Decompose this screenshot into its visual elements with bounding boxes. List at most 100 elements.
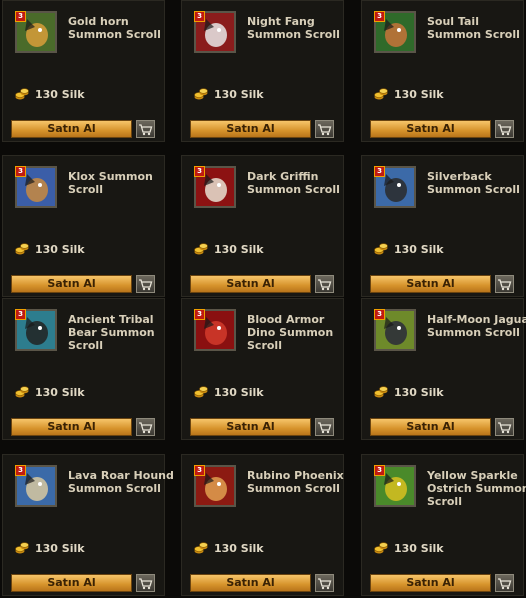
item-name: Yellow Sparkle Ostrich Summon Scroll [427, 469, 526, 508]
price-text: 130 Silk [394, 385, 444, 399]
item-price: 130 Silk [194, 242, 264, 256]
item-card: 3 Night Fang Summon Scroll 130 Silk Satın A… [181, 0, 344, 142]
blood-dino-icon: 3 [194, 309, 236, 351]
add-to-cart-button[interactable] [136, 120, 155, 138]
level-badge: 3 [194, 309, 205, 320]
add-to-cart-button[interactable] [315, 418, 334, 436]
item-card: 3 Gold horn Summon Scroll 130 Silk Satın Al [2, 0, 165, 142]
item-name: Half-Moon Jaguar Summon Scroll [427, 313, 526, 339]
hound-icon: 3 [15, 465, 57, 507]
price-text: 130 Silk [214, 242, 264, 256]
cart-icon [139, 279, 153, 291]
night-fang-icon: 3 [194, 11, 236, 53]
buy-button[interactable]: Satın Al [190, 418, 311, 436]
klox-icon: 3 [15, 166, 57, 208]
coin-icon [374, 386, 388, 398]
cart-icon [139, 422, 153, 434]
level-badge: 3 [374, 309, 385, 320]
jaguar-icon: 3 [374, 309, 416, 351]
buy-button[interactable]: Satın Al [370, 574, 491, 592]
add-to-cart-button[interactable] [136, 574, 155, 592]
item-price: 130 Silk [15, 385, 85, 399]
item-name: Ancient Tribal Bear Summon Scroll [68, 313, 155, 352]
price-text: 130 Silk [35, 242, 85, 256]
buy-button[interactable]: Satın Al [11, 574, 132, 592]
item-name: Silverback Summon Scroll [427, 170, 520, 196]
coin-icon [15, 243, 29, 255]
price-text: 130 Silk [214, 541, 264, 555]
cart-icon [498, 279, 512, 291]
cart-icon [139, 578, 153, 590]
item-price: 130 Silk [374, 385, 444, 399]
add-to-cart-button[interactable] [136, 275, 155, 293]
coin-icon [194, 542, 208, 554]
price-text: 130 Silk [394, 541, 444, 555]
item-name: Lava Roar Hound Summon Scroll [68, 469, 174, 495]
buy-button[interactable]: Satın Al [190, 574, 311, 592]
cart-icon [318, 124, 332, 136]
add-to-cart-button[interactable] [495, 418, 514, 436]
item-price: 130 Silk [194, 541, 264, 555]
item-price: 130 Silk [374, 242, 444, 256]
item-name: Rubino Phoenix Summon Scroll [247, 469, 344, 495]
item-price: 130 Silk [15, 541, 85, 555]
add-to-cart-button[interactable] [315, 120, 334, 138]
buy-button[interactable]: Satın Al [370, 120, 491, 138]
item-card: 3 Silverback Summon Scroll 130 Silk Satın A… [361, 155, 524, 297]
coin-icon [374, 88, 388, 100]
tribal-bear-icon: 3 [15, 309, 57, 351]
gold-horn-icon: 3 [15, 11, 57, 53]
item-name: Gold horn Summon Scroll [68, 15, 161, 41]
level-badge: 3 [15, 309, 26, 320]
level-badge: 3 [374, 166, 385, 177]
item-card: 3 Klox Summon Scroll 130 Silk Satın Al [2, 155, 165, 297]
level-badge: 3 [194, 166, 205, 177]
coin-icon [194, 88, 208, 100]
coin-icon [15, 542, 29, 554]
item-name: Blood Armor Dino Summon Scroll [247, 313, 334, 352]
buy-button[interactable]: Satın Al [11, 418, 132, 436]
add-to-cart-button[interactable] [315, 574, 334, 592]
level-badge: 3 [15, 166, 26, 177]
item-card: 3 Ancient Tribal Bear Summon Scroll 130 Si… [2, 298, 165, 440]
item-price: 130 Silk [374, 541, 444, 555]
buy-button[interactable]: Satın Al [11, 275, 132, 293]
buy-button[interactable]: Satın Al [370, 275, 491, 293]
price-text: 130 Silk [394, 242, 444, 256]
add-to-cart-button[interactable] [495, 275, 514, 293]
add-to-cart-button[interactable] [315, 275, 334, 293]
add-to-cart-button[interactable] [495, 120, 514, 138]
price-text: 130 Silk [35, 541, 85, 555]
level-badge: 3 [374, 11, 385, 22]
add-to-cart-button[interactable] [136, 418, 155, 436]
item-card: 3 Rubino Phoenix Summon Scroll 130 Silk Sat… [181, 454, 344, 596]
soul-tail-icon: 3 [374, 11, 416, 53]
item-card: 3 Yellow Sparkle Ostrich Summon Scroll 130… [361, 454, 526, 596]
silverback-icon: 3 [374, 166, 416, 208]
item-card: 3 Soul Tail Summon Scroll 130 Silk Satın Al [361, 0, 524, 142]
coin-icon [194, 386, 208, 398]
item-price: 130 Silk [194, 385, 264, 399]
buy-button[interactable]: Satın Al [11, 120, 132, 138]
cart-icon [318, 279, 332, 291]
price-text: 130 Silk [35, 385, 85, 399]
item-name: Klox Summon Scroll [68, 170, 153, 196]
item-price: 130 Silk [15, 242, 85, 256]
add-to-cart-button[interactable] [495, 574, 514, 592]
buy-button[interactable]: Satın Al [190, 275, 311, 293]
cart-icon [139, 124, 153, 136]
cart-icon [318, 578, 332, 590]
coin-icon [15, 88, 29, 100]
item-name: Soul Tail Summon Scroll [427, 15, 520, 41]
dark-griffin-icon: 3 [194, 166, 236, 208]
level-badge: 3 [15, 465, 26, 476]
level-badge: 3 [15, 11, 26, 22]
item-card: 3 Half-Moon Jaguar Summon Scroll 130 Silk S… [361, 298, 526, 440]
price-text: 130 Silk [214, 87, 264, 101]
buy-button[interactable]: Satın Al [370, 418, 491, 436]
ostrich-icon: 3 [374, 465, 416, 507]
item-card: 3 Dark Griffin Summon Scroll 130 Silk Satın… [181, 155, 344, 297]
item-price: 130 Silk [374, 87, 444, 101]
coin-icon [374, 542, 388, 554]
buy-button[interactable]: Satın Al [190, 120, 311, 138]
